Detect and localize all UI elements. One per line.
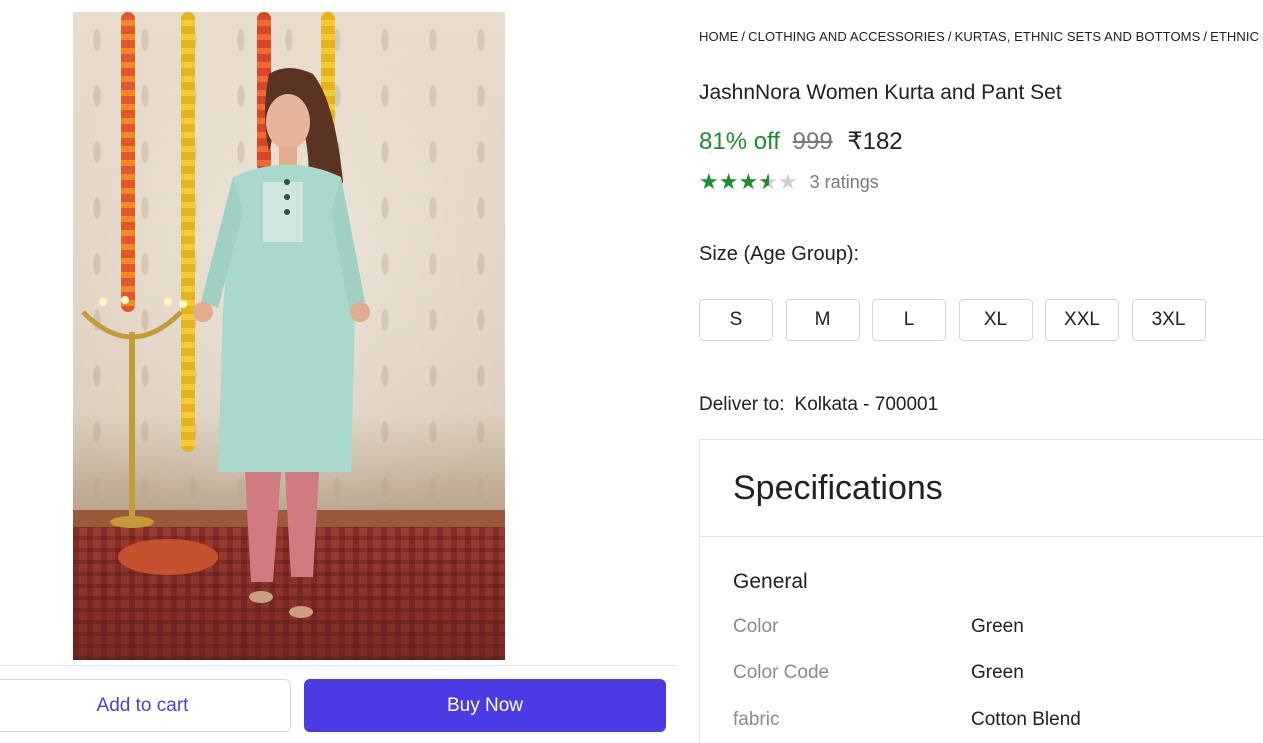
spec-key: fabric [733,709,780,730]
spec-row-color-code: Color Code Green [733,662,1253,684]
size-options: S M L XL XXL 3XL [699,299,1218,341]
specifications-heading: Specifications [700,440,1263,537]
add-to-cart-button[interactable]: Add to cart [0,679,291,732]
size-option-l[interactable]: L [872,299,946,341]
spec-row-color: Color Green [733,616,1253,638]
delivery-info[interactable]: Deliver to: Kolkata - 700001 [699,394,938,416]
breadcrumb: HOME / CLOTHING AND ACCESSORIES / KURTAS, ET… [699,29,1259,44]
half-star-icon: ★ [758,169,778,194]
product-details: HOME / CLOTHING AND ACCESSORIES / KURTAS, ET… [699,0,1263,743]
breadcrumb-separator: / [1203,29,1208,44]
spec-key: Color Code [733,662,830,683]
star-icon: ★ [738,169,759,194]
product-page: Add to cart Buy Now HOME / CLOTHING AND AC… [0,0,1263,743]
size-option-m[interactable]: M [785,299,860,341]
rating-row[interactable]: ★ ★ ★ ★ ★ 3 ratings [699,170,879,194]
size-option-xxl[interactable]: XXL [1045,299,1119,341]
specifications-card: Specifications General Color Green Color… [699,439,1263,743]
spec-value: Green [971,616,1024,637]
spec-row-fabric: fabric Cotton Blend [733,709,1253,731]
size-option-xl[interactable]: XL [958,299,1033,341]
deliver-to-label: Deliver to: [699,394,785,415]
candle-stand [81,296,187,528]
flower-bowl [118,539,218,575]
size-option-3xl[interactable]: 3XL [1131,299,1206,341]
discount-percent: 81% off [699,128,780,155]
breadcrumb-separator: / [947,29,952,44]
product-title: JashnNora Women Kurta and Pant Set [699,81,1062,104]
breadcrumb-separator: / [741,29,746,44]
spec-key: Color [733,616,779,637]
spec-group-title: General [733,570,808,593]
selling-price: ₹182 [847,128,903,155]
size-option-s[interactable]: S [699,299,773,341]
size-label: Size (Age Group): [699,243,860,265]
action-bar: Add to cart Buy Now [0,665,677,743]
price-row: 81% off 999 ₹182 [699,127,903,156]
breadcrumb-ethnic[interactable]: ETHNIC [1210,29,1259,44]
model-figure [81,68,370,618]
rating-stars: ★ ★ ★ ★ ★ [699,170,798,194]
original-price: 999 [792,128,833,155]
buy-now-button[interactable]: Buy Now [304,679,666,732]
breadcrumb-clothing[interactable]: CLOTHING AND ACCESSORIES [748,29,945,44]
ratings-count[interactable]: 3 ratings [810,172,879,193]
spec-value: Green [971,662,1024,683]
star-icon: ★ [718,169,739,194]
breadcrumb-home[interactable]: HOME [699,29,738,44]
empty-star-icon: ★ [777,169,798,194]
product-image[interactable] [73,12,505,660]
breadcrumb-kurtas[interactable]: KURTAS, ETHNIC SETS AND BOTTOMS [955,29,1201,44]
delivery-location[interactable]: Kolkata - 700001 [795,394,939,415]
star-icon: ★ [699,169,719,194]
spec-value: Cotton Blend [971,709,1081,730]
